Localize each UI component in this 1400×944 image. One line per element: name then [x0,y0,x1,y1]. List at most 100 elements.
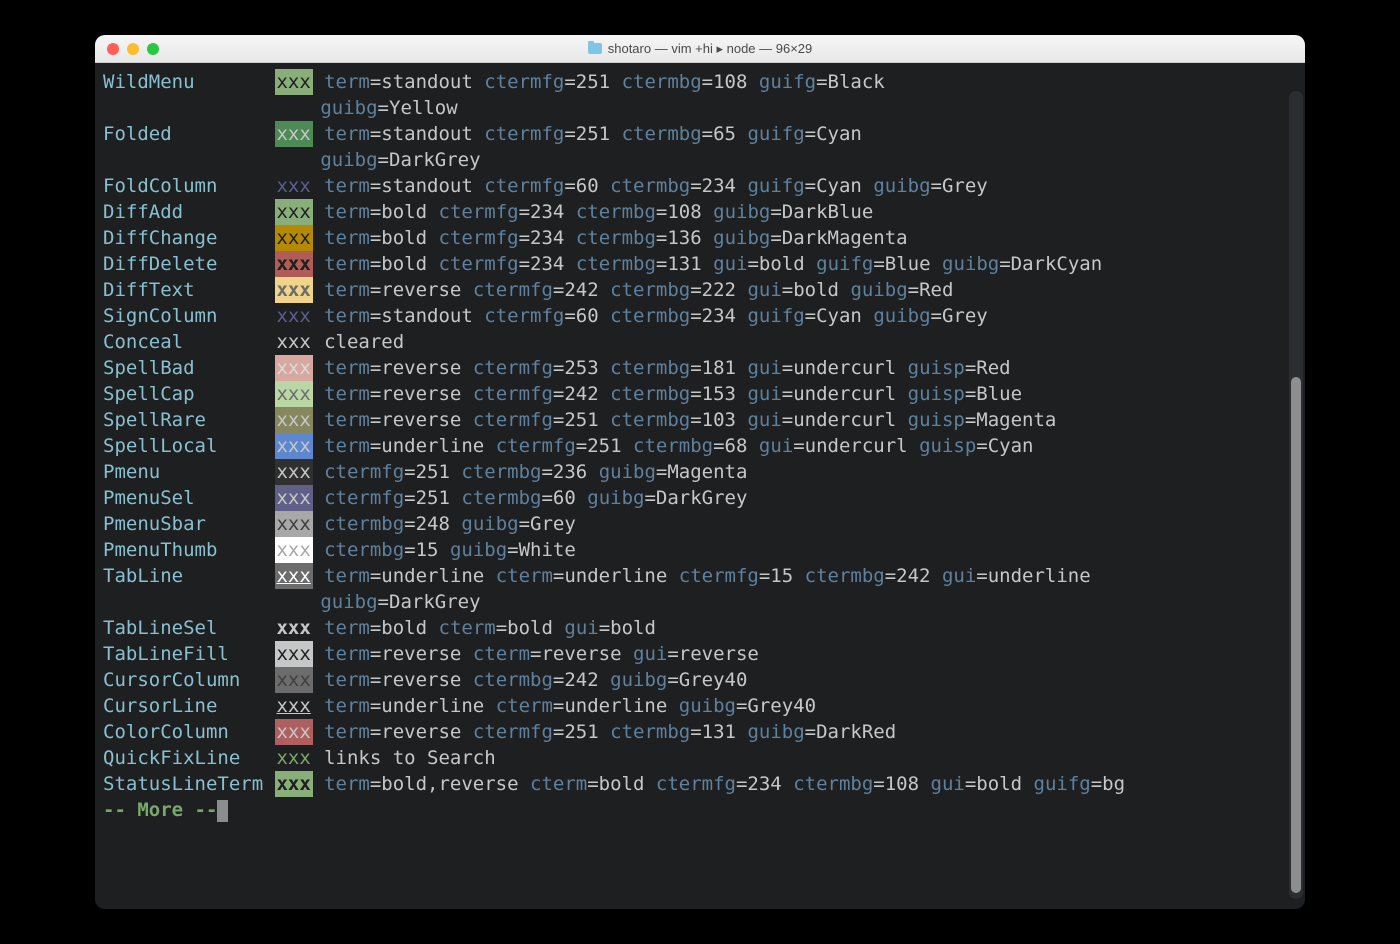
highlight-swatch: xxx [275,355,313,381]
attr-key: guifg [747,305,804,327]
hi-row: FoldColumn xxx term=standout ctermfg=60 … [103,173,1297,199]
attr-value: bold [759,253,805,275]
attr-value: undercurl [793,357,896,379]
attr-value: 15 [416,539,439,561]
attr-value: bold [610,617,656,639]
window-title: shotaro — vim +hi ▸ node — 96×29 [95,41,1305,57]
attr-key: cterm [530,773,587,795]
attr-value: underline [988,565,1091,587]
attr-value: Cyan [816,123,862,145]
hi-group-name: TabLineSel [103,617,263,639]
attr-value: reverse [381,409,461,431]
attr-key: ctermbg [805,565,885,587]
minimize-icon[interactable] [127,43,139,55]
attr-key: guibg [450,539,507,561]
maximize-icon[interactable] [147,43,159,55]
highlight-swatch: xxx [275,771,313,797]
highlight-swatch: xxx [275,719,313,745]
attr-key: term [324,773,370,795]
attr-value: 60 [576,175,599,197]
highlight-swatch: xxx [275,225,313,251]
attr-value: Grey [942,175,988,197]
hi-group-name: SpellRare [103,409,263,431]
highlight-swatch: xxx [275,303,313,329]
attr-key: cterm [439,617,496,639]
attr-value: Grey40 [679,669,748,691]
attr-value: underline [381,565,484,587]
attr-key: ctermfg [496,435,576,457]
hi-group-name: PmenuThumb [103,539,263,561]
attr-key: ctermfg [439,253,519,275]
terminal-window: shotaro — vim +hi ▸ node — 96×29 WildMen… [95,35,1305,909]
attr-key: guifg [816,253,873,275]
attr-key: ctermbg [633,435,713,457]
attr-value: bold [507,617,553,639]
attr-key: term [324,721,370,743]
hi-row: TabLineSel xxx term=bold cterm=bold gui=… [103,615,1297,641]
attr-key: gui [942,565,976,587]
attr-key: ctermfg [473,383,553,405]
hi-row: SpellRare xxx term=reverse ctermfg=251 c… [103,407,1297,433]
attr-key: ctermfg [473,279,553,301]
scrollbar[interactable] [1289,91,1303,899]
hi-row: Conceal xxx cleared [103,329,1297,355]
attr-value: 103 [702,409,736,431]
attr-key: guibg [942,253,999,275]
attr-value: Grey [942,305,988,327]
hi-group-name: DiffChange [103,227,263,249]
hi-row: Pmenu xxx ctermfg=251 ctermbg=236 guibg=… [103,459,1297,485]
attr-value: reverse [381,357,461,379]
close-icon[interactable] [107,43,119,55]
attr-key: ctermbg [324,539,404,561]
attr-key: ctermbg [576,201,656,223]
titlebar[interactable]: shotaro — vim +hi ▸ node — 96×29 [95,35,1305,63]
hi-row: SignColumn xxx term=standout ctermfg=60 … [103,303,1297,329]
highlight-swatch: xxx [275,173,313,199]
attr-value: 108 [713,71,747,93]
hi-group-name: PmenuSel [103,487,263,509]
hi-group-name: Conceal [103,331,263,353]
terminal-body[interactable]: WildMenu xxx term=standout ctermfg=251 c… [95,63,1305,909]
attr-value: 234 [530,253,564,275]
attr-value: undercurl [805,435,908,457]
hi-row: DiffDelete xxx term=bold ctermfg=234 cte… [103,251,1297,277]
hi-group-name: Pmenu [103,461,263,483]
attr-key: ctermbg [622,71,702,93]
attr-key: term [324,409,370,431]
attr-key: term [324,617,370,639]
hi-row: SpellCap xxx term=reverse ctermfg=242 ct… [103,381,1297,407]
attr-value: 236 [553,461,587,483]
attr-value: 251 [587,435,621,457]
hi-row: PmenuSbar xxx ctermbg=248 guibg=Grey [103,511,1297,537]
attr-value: 108 [667,201,701,223]
attr-key: guibg [873,175,930,197]
attr-value: DarkGrey [389,149,481,171]
attr-value: undercurl [793,383,896,405]
hi-group-name: PmenuSbar [103,513,263,535]
highlight-swatch: xxx [275,537,313,563]
highlight-swatch: xxx [275,433,313,459]
hi-plain: cleared [324,331,404,353]
hi-row: TabLineFill xxx term=reverse cterm=rever… [103,641,1297,667]
attr-key: guibg [599,461,656,483]
hi-group-name: FoldColumn [103,175,263,197]
attr-value: standout [381,305,473,327]
attr-value: 242 [564,383,598,405]
attr-value: bold [793,279,839,301]
attr-key: ctermbg [461,487,541,509]
attr-value: standout [381,175,473,197]
highlight-swatch: xxx [275,121,313,147]
attr-value: 234 [747,773,781,795]
attr-value: 136 [667,227,701,249]
highlight-swatch: xxx [275,693,313,719]
attr-key: ctermfg [439,201,519,223]
hi-row: DiffChange xxx term=bold ctermfg=234 cte… [103,225,1297,251]
more-prompt[interactable]: -- More -- [103,797,1297,823]
attr-key: ctermbg [793,773,873,795]
attr-value: bold [976,773,1022,795]
highlight-swatch: xxx [275,745,313,771]
hi-group-name: CursorLine [103,695,263,717]
attr-value: bold [381,227,427,249]
scrollbar-thumb[interactable] [1291,377,1301,893]
attr-key: guifg [747,175,804,197]
